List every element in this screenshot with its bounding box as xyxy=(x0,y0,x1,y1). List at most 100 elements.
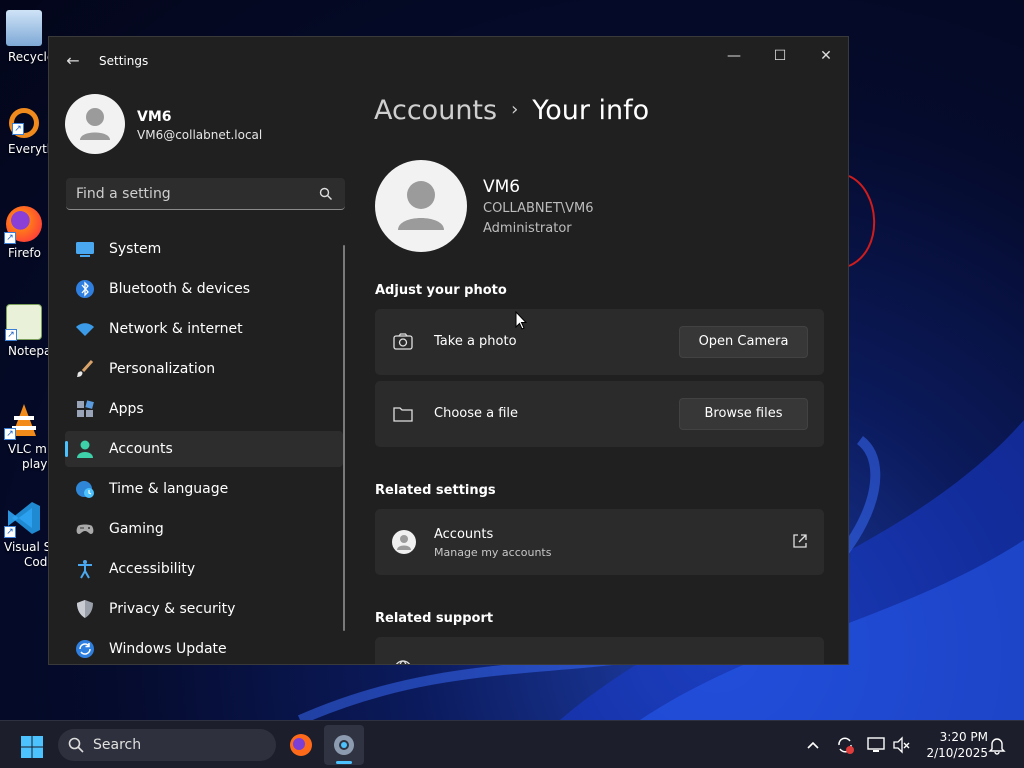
profile-email: VM6@collabnet.local xyxy=(137,128,263,142)
sidebar-item-label: Accounts xyxy=(109,441,173,457)
clock-time: 3:20 PM xyxy=(939,730,988,744)
vlc-icon: ↗ xyxy=(4,402,42,440)
section-title-related-support: Related support xyxy=(375,611,494,626)
sidebar-item-accessibility[interactable]: Accessibility xyxy=(65,551,343,587)
active-app-indicator xyxy=(336,761,352,764)
sidebar-item-system[interactable]: System xyxy=(65,231,343,267)
update-icon xyxy=(76,640,94,658)
desktop-icon-firefox[interactable]: ↗ Firefo xyxy=(0,206,48,261)
shortcut-arrow-icon: ↗ xyxy=(4,232,16,244)
sidebar-item-time-language[interactable]: Time & language xyxy=(65,471,343,507)
breadcrumb-parent-accounts[interactable]: Accounts xyxy=(374,95,497,126)
take-photo-label: Take a photo xyxy=(434,334,517,349)
maximize-button[interactable]: ☐ xyxy=(757,41,803,71)
display-icon[interactable] xyxy=(866,735,886,755)
bluetooth-icon xyxy=(76,280,94,298)
related-accounts-link[interactable]: Accounts Manage my accounts xyxy=(375,509,824,575)
desktop-icon-vscode[interactable]: ↗ Visual St Cod xyxy=(0,500,48,570)
related-support-card[interactable] xyxy=(375,637,824,664)
find-setting-search[interactable] xyxy=(66,178,345,210)
gear-icon xyxy=(334,735,354,755)
sidebar-scrollbar[interactable] xyxy=(343,245,345,631)
desktop-icon-label-line2: Cod xyxy=(24,555,48,569)
volume-muted-icon[interactable] xyxy=(892,735,912,755)
desktop-icon-label: VLC m xyxy=(8,442,47,456)
sync-alert-icon[interactable] xyxy=(835,735,855,755)
sidebar-item-gaming[interactable]: Gaming xyxy=(65,511,343,547)
desktop-icon-everything[interactable]: ↗ Everyth xyxy=(0,108,48,157)
accounts-icon xyxy=(77,440,93,458)
sidebar-item-label: Personalization xyxy=(109,361,216,377)
sidebar-item-apps[interactable]: Apps xyxy=(65,391,343,427)
sidebar-item-windows-update[interactable]: Windows Update xyxy=(65,631,343,664)
browse-files-button[interactable]: Browse files xyxy=(679,398,808,430)
find-setting-input[interactable] xyxy=(76,184,306,204)
user-name: VM6 xyxy=(483,177,521,197)
sidebar-item-privacy-security[interactable]: Privacy & security xyxy=(65,591,343,627)
close-button[interactable]: ✕ xyxy=(803,41,848,71)
related-accounts-title: Accounts xyxy=(434,527,494,542)
take-photo-card: Take a photo Open Camera xyxy=(375,309,824,375)
taskbar-search-label: Search xyxy=(93,737,142,753)
sidebar-item-label: Accessibility xyxy=(109,561,196,577)
desktop-icon-recycle-bin[interactable]: Recycle xyxy=(0,10,48,65)
desktop-icon-label: Recycle xyxy=(8,50,48,64)
firefox-icon: ↗ xyxy=(4,206,42,244)
sidebar-item-label: Privacy & security xyxy=(109,601,236,617)
desktop-icon-label: Notepa xyxy=(8,344,48,358)
system-clock[interactable]: 3:20 PM 2/10/2025 xyxy=(918,729,988,761)
taskbar-settings[interactable] xyxy=(324,725,364,765)
desktop-icon-label: Visual St xyxy=(4,540,48,554)
back-arrow-icon[interactable]: ← xyxy=(63,51,83,71)
person-icon xyxy=(398,181,444,230)
shortcut-arrow-icon: ↗ xyxy=(4,526,16,538)
profile-name: VM6 xyxy=(137,109,172,125)
folder-icon xyxy=(393,407,413,422)
notification-bell-icon[interactable] xyxy=(987,735,1007,755)
sidebar-item-label: Gaming xyxy=(109,521,164,537)
breadcrumb-chevron-icon: › xyxy=(511,99,519,120)
recycle-bin-icon xyxy=(6,10,42,46)
desktop-icon-notepad[interactable]: ↗ Notepa xyxy=(0,304,48,359)
search-icon[interactable] xyxy=(319,187,333,201)
page-title: Your info xyxy=(532,95,650,126)
globe-clock-icon xyxy=(76,481,94,498)
desktop-icon-label: Firefo xyxy=(8,246,41,260)
choose-file-label: Choose a file xyxy=(434,406,519,421)
sidebar-item-label: Network & internet xyxy=(109,321,243,337)
sidebar-item-label: Windows Update xyxy=(109,641,227,657)
sidebar-item-bluetooth[interactable]: Bluetooth & devices xyxy=(65,271,343,307)
clock-date: 2/10/2025 xyxy=(926,746,988,760)
section-title-adjust-photo: Adjust your photo xyxy=(375,283,507,298)
sidebar-item-accounts[interactable]: Accounts xyxy=(65,431,343,467)
profile-avatar[interactable] xyxy=(65,94,125,154)
person-icon xyxy=(80,108,110,140)
taskbar-search[interactable]: Search xyxy=(58,729,276,761)
minimize-button[interactable]: — xyxy=(711,41,757,71)
mouse-cursor-icon xyxy=(515,311,527,330)
brush-icon xyxy=(77,359,94,377)
gamepad-icon xyxy=(76,524,94,534)
firefox-icon xyxy=(290,734,312,756)
search-icon xyxy=(68,737,84,753)
sidebar-nav: System Bluetooth & devices Network & int… xyxy=(65,231,343,664)
choose-file-card: Choose a file Browse files xyxy=(375,381,824,447)
title-bar[interactable]: ← Settings — ☐ ✕ xyxy=(49,37,848,85)
open-camera-button[interactable]: Open Camera xyxy=(679,326,808,358)
sidebar-item-network[interactable]: Network & internet xyxy=(65,311,343,347)
vscode-icon: ↗ xyxy=(4,500,42,538)
settings-window: ← Settings — ☐ ✕ VM6 VM6@collabnet.local… xyxy=(48,36,849,665)
accessibility-icon xyxy=(78,560,92,579)
shortcut-arrow-icon: ↗ xyxy=(4,428,16,440)
user-avatar xyxy=(375,160,467,252)
external-link-icon xyxy=(793,534,807,548)
sidebar-item-personalization[interactable]: Personalization xyxy=(65,351,343,387)
windows-start-icon[interactable] xyxy=(20,735,44,759)
desktop-icon-label: Everyth xyxy=(8,142,48,156)
user-role: Administrator xyxy=(483,221,572,236)
shortcut-arrow-icon: ↗ xyxy=(12,123,24,135)
taskbar-firefox[interactable] xyxy=(281,725,321,765)
desktop-icon-vlc[interactable]: ↗ VLC m playe xyxy=(0,402,48,472)
chevron-up-icon[interactable] xyxy=(803,735,823,755)
sidebar-item-label: Bluetooth & devices xyxy=(109,281,251,297)
